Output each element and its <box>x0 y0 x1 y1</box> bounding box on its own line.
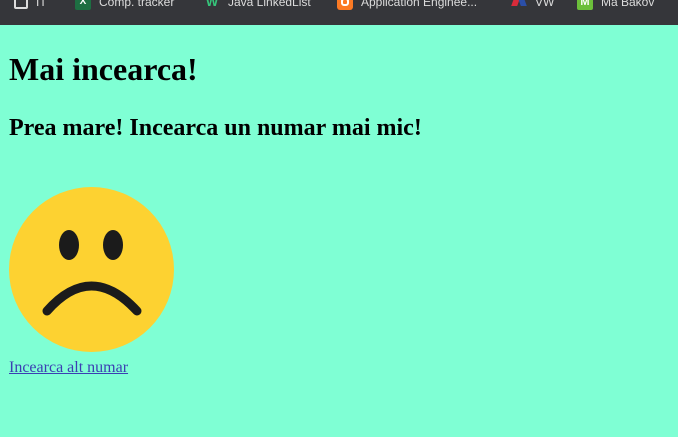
left-eye <box>59 230 79 260</box>
bookmark-vw[interactable]: VW <box>511 0 554 10</box>
sad-face-icon <box>9 187 174 352</box>
bookmark-application-engineer[interactable]: Application Enginee... <box>337 0 477 10</box>
bookmark-ma-bakov[interactable]: Ma Bakov <box>577 0 654 10</box>
bookmark-label: VW <box>535 0 555 9</box>
bookmark-label: Ma Bakov <box>601 0 655 9</box>
bookmark-label: Java LinkedList <box>228 0 311 9</box>
w-logo-icon: W <box>205 0 219 9</box>
mb-icon <box>577 0 593 10</box>
bookmark-label: Application Enginee... <box>361 0 478 9</box>
bookmark-label: IT <box>36 0 47 9</box>
excel-icon: X <box>75 0 91 10</box>
bookmark-label: Comp. tracker <box>99 0 175 9</box>
retry-link[interactable]: Incearca alt numar <box>9 358 128 378</box>
vw-icon <box>511 0 527 10</box>
bookmark-java-linkedlist[interactable]: W Java LinkedList <box>204 0 311 10</box>
bookmark-it[interactable]: IT <box>14 0 47 10</box>
page-title: Mai incearca! <box>9 51 198 87</box>
face-circle <box>9 187 174 352</box>
bookmarks-bar: IT X Comp. tracker W Java LinkedList App… <box>0 0 678 25</box>
right-eye <box>103 230 123 260</box>
result-message: Prea mare! Incearca un numar mai mic! <box>9 115 422 141</box>
bookmark-comp-tracker[interactable]: X Comp. tracker <box>75 0 174 10</box>
xampp-icon <box>337 0 353 10</box>
folder-icon <box>14 0 28 9</box>
